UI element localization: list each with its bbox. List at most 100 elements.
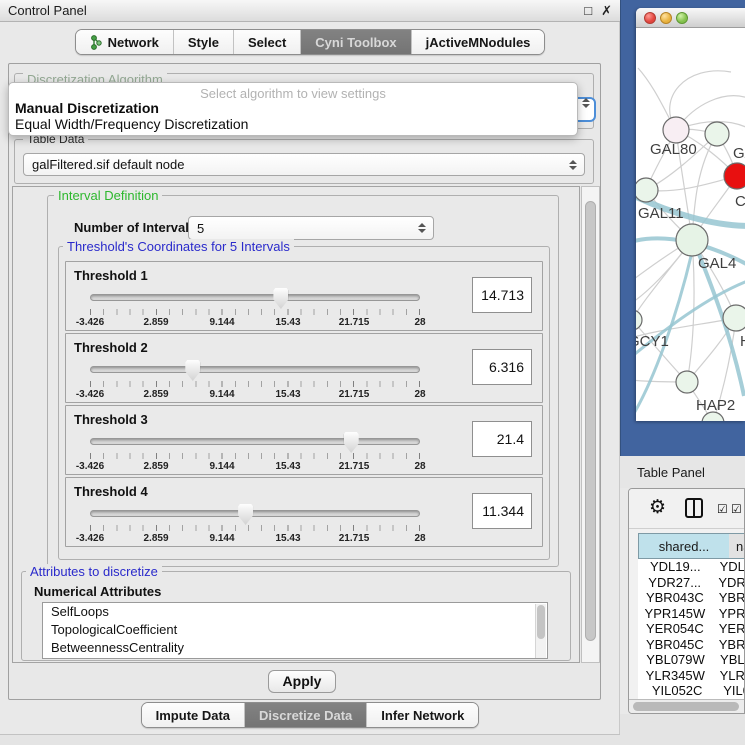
slider-track[interactable] [90, 438, 420, 445]
table-row[interactable]: YBR043CYBR0 [638, 590, 745, 606]
table-data-combobox[interactable]: galFiltered.sif default node [23, 153, 585, 176]
cell-shared-name[interactable]: YDL19... [638, 559, 713, 575]
network-node-gcy1[interactable] [636, 310, 642, 330]
threshold-slider[interactable]: -3.4262.8599.14415.4321.71528 [90, 504, 420, 546]
gear-icon[interactable]: ⚙ [649, 496, 666, 519]
network-node-h[interactable] [723, 305, 745, 331]
cell-shared-name[interactable]: YIL052C [638, 683, 716, 699]
mac-minimize-button[interactable] [660, 12, 672, 24]
column-header-name[interactable]: na [729, 533, 745, 559]
number-of-intervals-combobox[interactable]: 5 [188, 216, 434, 240]
scrollbar-thumb[interactable] [537, 605, 545, 639]
table-row[interactable]: YPR145WYPR1 [638, 606, 745, 622]
tick-label: 15.43 [275, 389, 300, 400]
cell-name[interactable]: YDR2 [711, 575, 745, 591]
tab-style[interactable]: Style [174, 30, 234, 54]
apply-button[interactable]: Apply [268, 670, 336, 693]
tab-impute-data[interactable]: Impute Data [142, 703, 245, 727]
columns-icon[interactable] [685, 498, 703, 518]
tab-discretize-data[interactable]: Discretize Data [245, 703, 367, 727]
table-row[interactable]: YBL079WYBL0 [638, 652, 745, 668]
node-label: GAL80 [650, 141, 697, 158]
checkbox-icon[interactable]: ☑ [731, 502, 742, 516]
scrollbar-thumb[interactable] [633, 702, 739, 711]
tab-label: Impute Data [156, 708, 230, 723]
float-window-icon[interactable]: □ [584, 1, 592, 21]
threshold-slider[interactable]: -3.4262.8599.14415.4321.71528 [90, 432, 420, 474]
algorithm-option-manual[interactable]: Manual Discretization [15, 100, 159, 116]
tab-jactivemnodules[interactable]: jActiveMNodules [412, 30, 545, 54]
slider-ticks [90, 525, 420, 531]
tab-label: Select [248, 35, 286, 50]
cell-shared-name[interactable]: YBR043C [638, 590, 712, 606]
cell-name[interactable]: YLR3 [713, 668, 745, 684]
tab-infer-network[interactable]: Infer Network [367, 703, 478, 727]
cell-name[interactable]: YIL0 [716, 683, 745, 699]
numerical-attributes-list[interactable]: SelfLoopsTopologicalCoefficientBetweenne… [42, 602, 548, 659]
threshold-value-field[interactable]: 6.316 [472, 349, 532, 385]
slider-thumb[interactable] [185, 360, 200, 381]
table-row[interactable]: YIL052CYIL0 [638, 683, 745, 699]
cell-name[interactable]: YBR0 [712, 590, 745, 606]
attributes-scrollbar[interactable] [535, 604, 546, 659]
column-header-shared[interactable]: shared... [638, 533, 730, 559]
cell-shared-name[interactable]: YLR345W [638, 668, 713, 684]
tab-cyni-toolbox[interactable]: Cyni Toolbox [301, 30, 411, 54]
slider-thumb[interactable] [238, 504, 253, 525]
cell-name[interactable]: YER0 [712, 621, 745, 637]
attribute-item[interactable]: SelfLoops [43, 603, 547, 621]
cell-shared-name[interactable]: YBL079W [638, 652, 713, 668]
cell-name[interactable]: YBR0 [712, 637, 745, 653]
checkbox-icon[interactable]: ☑ [717, 502, 728, 516]
threshold-value-field[interactable]: 11.344 [472, 493, 532, 529]
network-node-c[interactable] [724, 163, 745, 189]
network-node-gal80[interactable] [663, 117, 689, 143]
cell-shared-name[interactable]: YBR045C [638, 637, 712, 653]
table-row[interactable]: YDL19...YDL1 [638, 559, 745, 575]
close-panel-icon[interactable]: ✗ [601, 1, 612, 21]
threshold-slider[interactable]: -3.4262.8599.14415.4321.71528 [90, 288, 420, 330]
tab-select[interactable]: Select [234, 30, 301, 54]
network-node-gal11[interactable] [636, 178, 658, 202]
slider-track[interactable] [90, 294, 420, 301]
mac-close-button[interactable] [644, 12, 656, 24]
cell-shared-name[interactable]: YER054C [638, 621, 712, 637]
slider-track[interactable] [90, 510, 420, 517]
bottom-tab-row: Impute Data Discretize DataInfer Network [0, 702, 620, 728]
table-row[interactable]: YER054CYER0 [638, 621, 745, 637]
table-horizontal-scrollbar[interactable] [629, 699, 745, 713]
network-window-titlebar[interactable] [636, 8, 745, 28]
cell-shared-name[interactable]: YDR27... [638, 575, 711, 591]
network-node-hap2[interactable] [676, 371, 698, 393]
table-row[interactable]: YBR045CYBR0 [638, 637, 745, 653]
table-row[interactable]: YDR27...YDR2 [638, 575, 745, 591]
threshold-slider[interactable]: -3.4262.8599.14415.4321.71528 [90, 360, 420, 402]
panel-vertical-scrollbar[interactable] [581, 186, 600, 663]
mac-zoom-button[interactable] [676, 12, 688, 24]
cell-name[interactable]: YDL1 [713, 559, 745, 575]
tab-network[interactable]: Network [76, 30, 174, 54]
cell-shared-name[interactable]: YPR145W [638, 606, 712, 622]
network-node-ga[interactable] [705, 122, 729, 146]
cell-name[interactable]: YPR1 [712, 606, 745, 622]
node-label: GA [733, 145, 745, 162]
algorithm-option-equal-width[interactable]: Equal Width/Frequency Discretization [15, 116, 248, 132]
tick-label: 2.859 [143, 389, 168, 400]
threshold-coordinates-group: Threshold's Coordinates for 5 Intervals … [58, 246, 550, 560]
slider-track[interactable] [90, 366, 420, 373]
page: { "icons": { "float": "□", "close": "✗",… [0, 0, 745, 745]
threshold-label: Threshold 1 [74, 268, 148, 283]
algorithm-dropdown-popup: Select algorithm to view settings Manual… [8, 82, 578, 136]
slider-thumb[interactable] [273, 288, 288, 309]
slider-tick-labels: -3.4262.8599.14415.4321.71528 [90, 317, 420, 329]
slider-thumb[interactable] [344, 432, 359, 453]
threshold-value-field[interactable]: 14.713 [472, 277, 532, 313]
scrollbar-thumb[interactable] [585, 201, 596, 641]
attribute-item[interactable]: TopologicalCoefficient [43, 621, 547, 639]
cell-name[interactable]: YBL0 [713, 652, 745, 668]
attribute-item[interactable]: BetweennessCentrality [43, 639, 547, 657]
network-node-gal4[interactable] [676, 224, 708, 256]
network-svg[interactable]: GAL80GACGAL11GAL4GCY1HHAP2 [636, 28, 745, 421]
threshold-value-field[interactable]: 21.4 [472, 421, 532, 457]
table-row[interactable]: YLR345WYLR3 [638, 668, 745, 684]
